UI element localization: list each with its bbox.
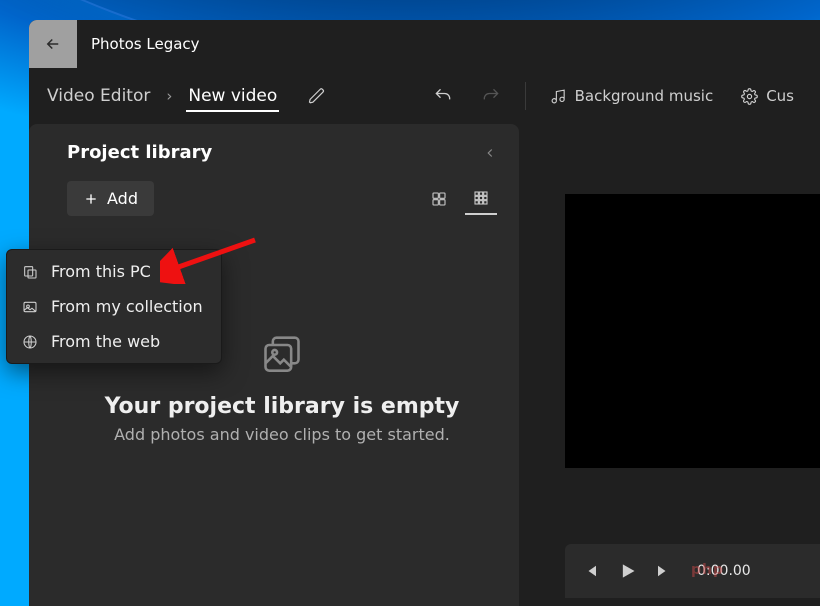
next-frame-button[interactable] [655, 562, 673, 580]
pencil-icon [308, 87, 326, 105]
menu-label: From this PC [51, 262, 151, 281]
player-controls: php 0:00.00 [565, 544, 820, 598]
menu-label: From the web [51, 332, 160, 351]
pc-icon [21, 264, 39, 280]
separator [525, 82, 526, 110]
gear-icon [741, 88, 758, 105]
breadcrumb-current[interactable]: New video [186, 80, 279, 112]
play-icon [617, 561, 637, 581]
breadcrumb-root[interactable]: Video Editor [45, 80, 152, 112]
menu-from-my-collection[interactable]: From my collection [7, 289, 221, 324]
music-icon [550, 88, 567, 105]
play-button[interactable] [617, 561, 637, 581]
collection-icon [21, 299, 39, 315]
undo-icon [433, 86, 453, 106]
grid-large-icon [473, 190, 489, 206]
add-context-menu: From this PC From my collection From the… [6, 249, 222, 364]
menu-label: From my collection [51, 297, 203, 316]
library-empty-icon [260, 334, 304, 378]
timecode: php 0:00.00 [697, 563, 751, 579]
project-library-panel: Project library Add [29, 124, 519, 606]
titlebar: Photos Legacy [29, 20, 820, 68]
plus-icon [83, 191, 99, 207]
chevron-right-icon: › [166, 87, 172, 105]
empty-title: Your project library is empty [67, 394, 497, 419]
custom-audio-label: Cus [766, 87, 794, 105]
add-label: Add [107, 189, 138, 208]
prev-frame-button[interactable] [581, 562, 599, 580]
preview-area: php 0:00.00 [519, 124, 820, 606]
custom-audio-button[interactable]: Cus [731, 81, 804, 111]
undo-button[interactable] [423, 76, 463, 116]
skip-back-icon [581, 562, 599, 580]
grid-small-button[interactable] [423, 183, 455, 215]
menu-from-this-pc[interactable]: From this PC [7, 254, 221, 289]
content-area: Project library Add [29, 124, 820, 606]
grid-small-icon [431, 191, 447, 207]
empty-subtitle: Add photos and video clips to get starte… [67, 425, 497, 444]
add-button[interactable]: Add [67, 181, 154, 216]
redo-icon [481, 86, 501, 106]
video-preview [565, 194, 820, 468]
web-icon [21, 334, 39, 350]
rename-button[interactable] [297, 76, 337, 116]
toolbar: Video Editor › New video Background musi… [29, 68, 820, 124]
redo-button[interactable] [471, 76, 511, 116]
skip-forward-icon [655, 562, 673, 580]
panel-title: Project library [67, 142, 212, 163]
chevron-left-icon [483, 146, 497, 160]
app-title: Photos Legacy [91, 35, 200, 53]
collapse-button[interactable] [483, 146, 497, 160]
arrow-left-icon [44, 35, 62, 53]
watermark: php [691, 562, 724, 578]
background-music-button[interactable]: Background music [540, 81, 724, 111]
grid-large-button[interactable] [465, 183, 497, 215]
back-button[interactable] [29, 20, 77, 68]
background-music-label: Background music [575, 87, 714, 105]
menu-from-the-web[interactable]: From the web [7, 324, 221, 359]
